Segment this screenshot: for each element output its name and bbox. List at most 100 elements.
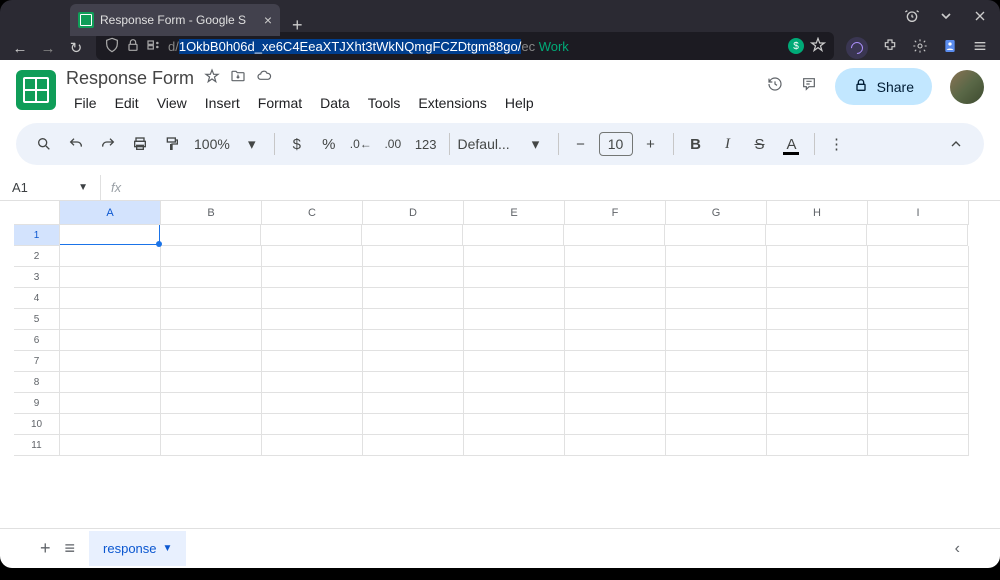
container-badge-icon[interactable]: $ bbox=[788, 38, 804, 54]
cell-D7[interactable] bbox=[363, 351, 464, 372]
cell-D9[interactable] bbox=[363, 393, 464, 414]
increase-decimal-icon[interactable]: .00 bbox=[379, 130, 407, 158]
cell-I5[interactable] bbox=[868, 309, 969, 330]
name-box[interactable]: A1 ▼ bbox=[0, 180, 100, 195]
cell-B5[interactable] bbox=[161, 309, 262, 330]
font-size-decrease[interactable]: − bbox=[567, 130, 595, 158]
cell-H2[interactable] bbox=[767, 246, 868, 267]
decrease-decimal-icon[interactable]: .0​← bbox=[347, 130, 375, 158]
cell-B4[interactable] bbox=[161, 288, 262, 309]
cell-E6[interactable] bbox=[464, 330, 565, 351]
share-button[interactable]: Share bbox=[835, 68, 932, 105]
col-header-H[interactable]: H bbox=[767, 201, 868, 225]
cell-C2[interactable] bbox=[262, 246, 363, 267]
font-size-increase[interactable]: + bbox=[637, 130, 665, 158]
cell-F4[interactable] bbox=[565, 288, 666, 309]
zoom-value[interactable]: 100% bbox=[190, 136, 234, 152]
reload-button[interactable]: ↻ bbox=[68, 39, 84, 57]
cell-F8[interactable] bbox=[565, 372, 666, 393]
col-header-B[interactable]: B bbox=[161, 201, 262, 225]
cell-B7[interactable] bbox=[161, 351, 262, 372]
cell-D3[interactable] bbox=[363, 267, 464, 288]
extensions-icon[interactable] bbox=[882, 38, 898, 59]
italic-icon[interactable]: I bbox=[714, 130, 742, 158]
cell-C10[interactable] bbox=[262, 414, 363, 435]
cell-C5[interactable] bbox=[262, 309, 363, 330]
cell-E3[interactable] bbox=[464, 267, 565, 288]
cell-H10[interactable] bbox=[767, 414, 868, 435]
cell-H6[interactable] bbox=[767, 330, 868, 351]
row-header-5[interactable]: 5 bbox=[14, 309, 60, 330]
cell-A7[interactable] bbox=[60, 351, 161, 372]
cell-E11[interactable] bbox=[464, 435, 565, 456]
print-icon[interactable] bbox=[126, 130, 154, 158]
cell-A3[interactable] bbox=[60, 267, 161, 288]
chevron-down-icon[interactable] bbox=[938, 8, 954, 29]
col-header-G[interactable]: G bbox=[666, 201, 767, 225]
col-header-F[interactable]: F bbox=[565, 201, 666, 225]
cell-H11[interactable] bbox=[767, 435, 868, 456]
cell-F10[interactable] bbox=[565, 414, 666, 435]
cell-F5[interactable] bbox=[565, 309, 666, 330]
font-size-input[interactable]: 10 bbox=[599, 132, 633, 156]
cell-A9[interactable] bbox=[60, 393, 161, 414]
menu-help[interactable]: Help bbox=[497, 91, 542, 115]
cell-D4[interactable] bbox=[363, 288, 464, 309]
menu-file[interactable]: File bbox=[66, 91, 105, 115]
cell-F1[interactable] bbox=[564, 225, 665, 246]
cell-A11[interactable] bbox=[60, 435, 161, 456]
cell-E5[interactable] bbox=[464, 309, 565, 330]
cell-A10[interactable] bbox=[60, 414, 161, 435]
cell-E7[interactable] bbox=[464, 351, 565, 372]
new-tab-button[interactable]: + bbox=[280, 15, 315, 36]
cell-G5[interactable] bbox=[666, 309, 767, 330]
zoom-dropdown-icon[interactable]: ▾ bbox=[238, 130, 266, 158]
cell-C11[interactable] bbox=[262, 435, 363, 456]
col-header-D[interactable]: D bbox=[363, 201, 464, 225]
cell-F6[interactable] bbox=[565, 330, 666, 351]
menu-icon[interactable] bbox=[972, 38, 988, 59]
cell-D6[interactable] bbox=[363, 330, 464, 351]
strikethrough-icon[interactable]: S bbox=[746, 130, 774, 158]
cell-D2[interactable] bbox=[363, 246, 464, 267]
select-all-corner[interactable] bbox=[14, 201, 60, 225]
cell-G10[interactable] bbox=[666, 414, 767, 435]
font-dropdown-icon[interactable]: ▾ bbox=[522, 130, 550, 158]
row-header-1[interactable]: 1 bbox=[14, 225, 60, 246]
cloud-status-icon[interactable] bbox=[256, 68, 272, 89]
currency-icon[interactable]: $ bbox=[283, 130, 311, 158]
history-icon[interactable] bbox=[767, 76, 783, 97]
cell-G3[interactable] bbox=[666, 267, 767, 288]
cell-G8[interactable] bbox=[666, 372, 767, 393]
cell-A2[interactable] bbox=[60, 246, 161, 267]
permissions-icon[interactable] bbox=[146, 37, 162, 56]
cell-C7[interactable] bbox=[262, 351, 363, 372]
col-header-A[interactable]: A bbox=[60, 201, 161, 225]
cell-I11[interactable] bbox=[868, 435, 969, 456]
collapse-toolbar-icon[interactable] bbox=[942, 130, 970, 158]
cell-I4[interactable] bbox=[868, 288, 969, 309]
cell-G2[interactable] bbox=[666, 246, 767, 267]
menu-extensions[interactable]: Extensions bbox=[410, 91, 494, 115]
all-sheets-icon[interactable]: ≡ bbox=[65, 538, 76, 559]
account-icon[interactable] bbox=[942, 38, 958, 59]
row-header-10[interactable]: 10 bbox=[14, 414, 60, 435]
sheet-tab-dropdown-icon[interactable]: ▼ bbox=[163, 543, 173, 554]
cell-B1[interactable] bbox=[160, 225, 261, 246]
name-box-dropdown-icon[interactable]: ▼ bbox=[78, 182, 88, 193]
cell-H8[interactable] bbox=[767, 372, 868, 393]
cell-I7[interactable] bbox=[868, 351, 969, 372]
user-avatar[interactable] bbox=[950, 70, 984, 104]
bold-icon[interactable]: B bbox=[682, 130, 710, 158]
spreadsheet-grid[interactable]: ABCDEFGHI 1234567891011 bbox=[0, 201, 1000, 528]
cell-A6[interactable] bbox=[60, 330, 161, 351]
menu-view[interactable]: View bbox=[149, 91, 195, 115]
cell-I10[interactable] bbox=[868, 414, 969, 435]
menu-edit[interactable]: Edit bbox=[107, 91, 147, 115]
cell-F9[interactable] bbox=[565, 393, 666, 414]
col-header-C[interactable]: C bbox=[262, 201, 363, 225]
cell-E10[interactable] bbox=[464, 414, 565, 435]
cells[interactable] bbox=[60, 225, 969, 456]
back-button[interactable]: ← bbox=[12, 40, 28, 57]
cell-B9[interactable] bbox=[161, 393, 262, 414]
